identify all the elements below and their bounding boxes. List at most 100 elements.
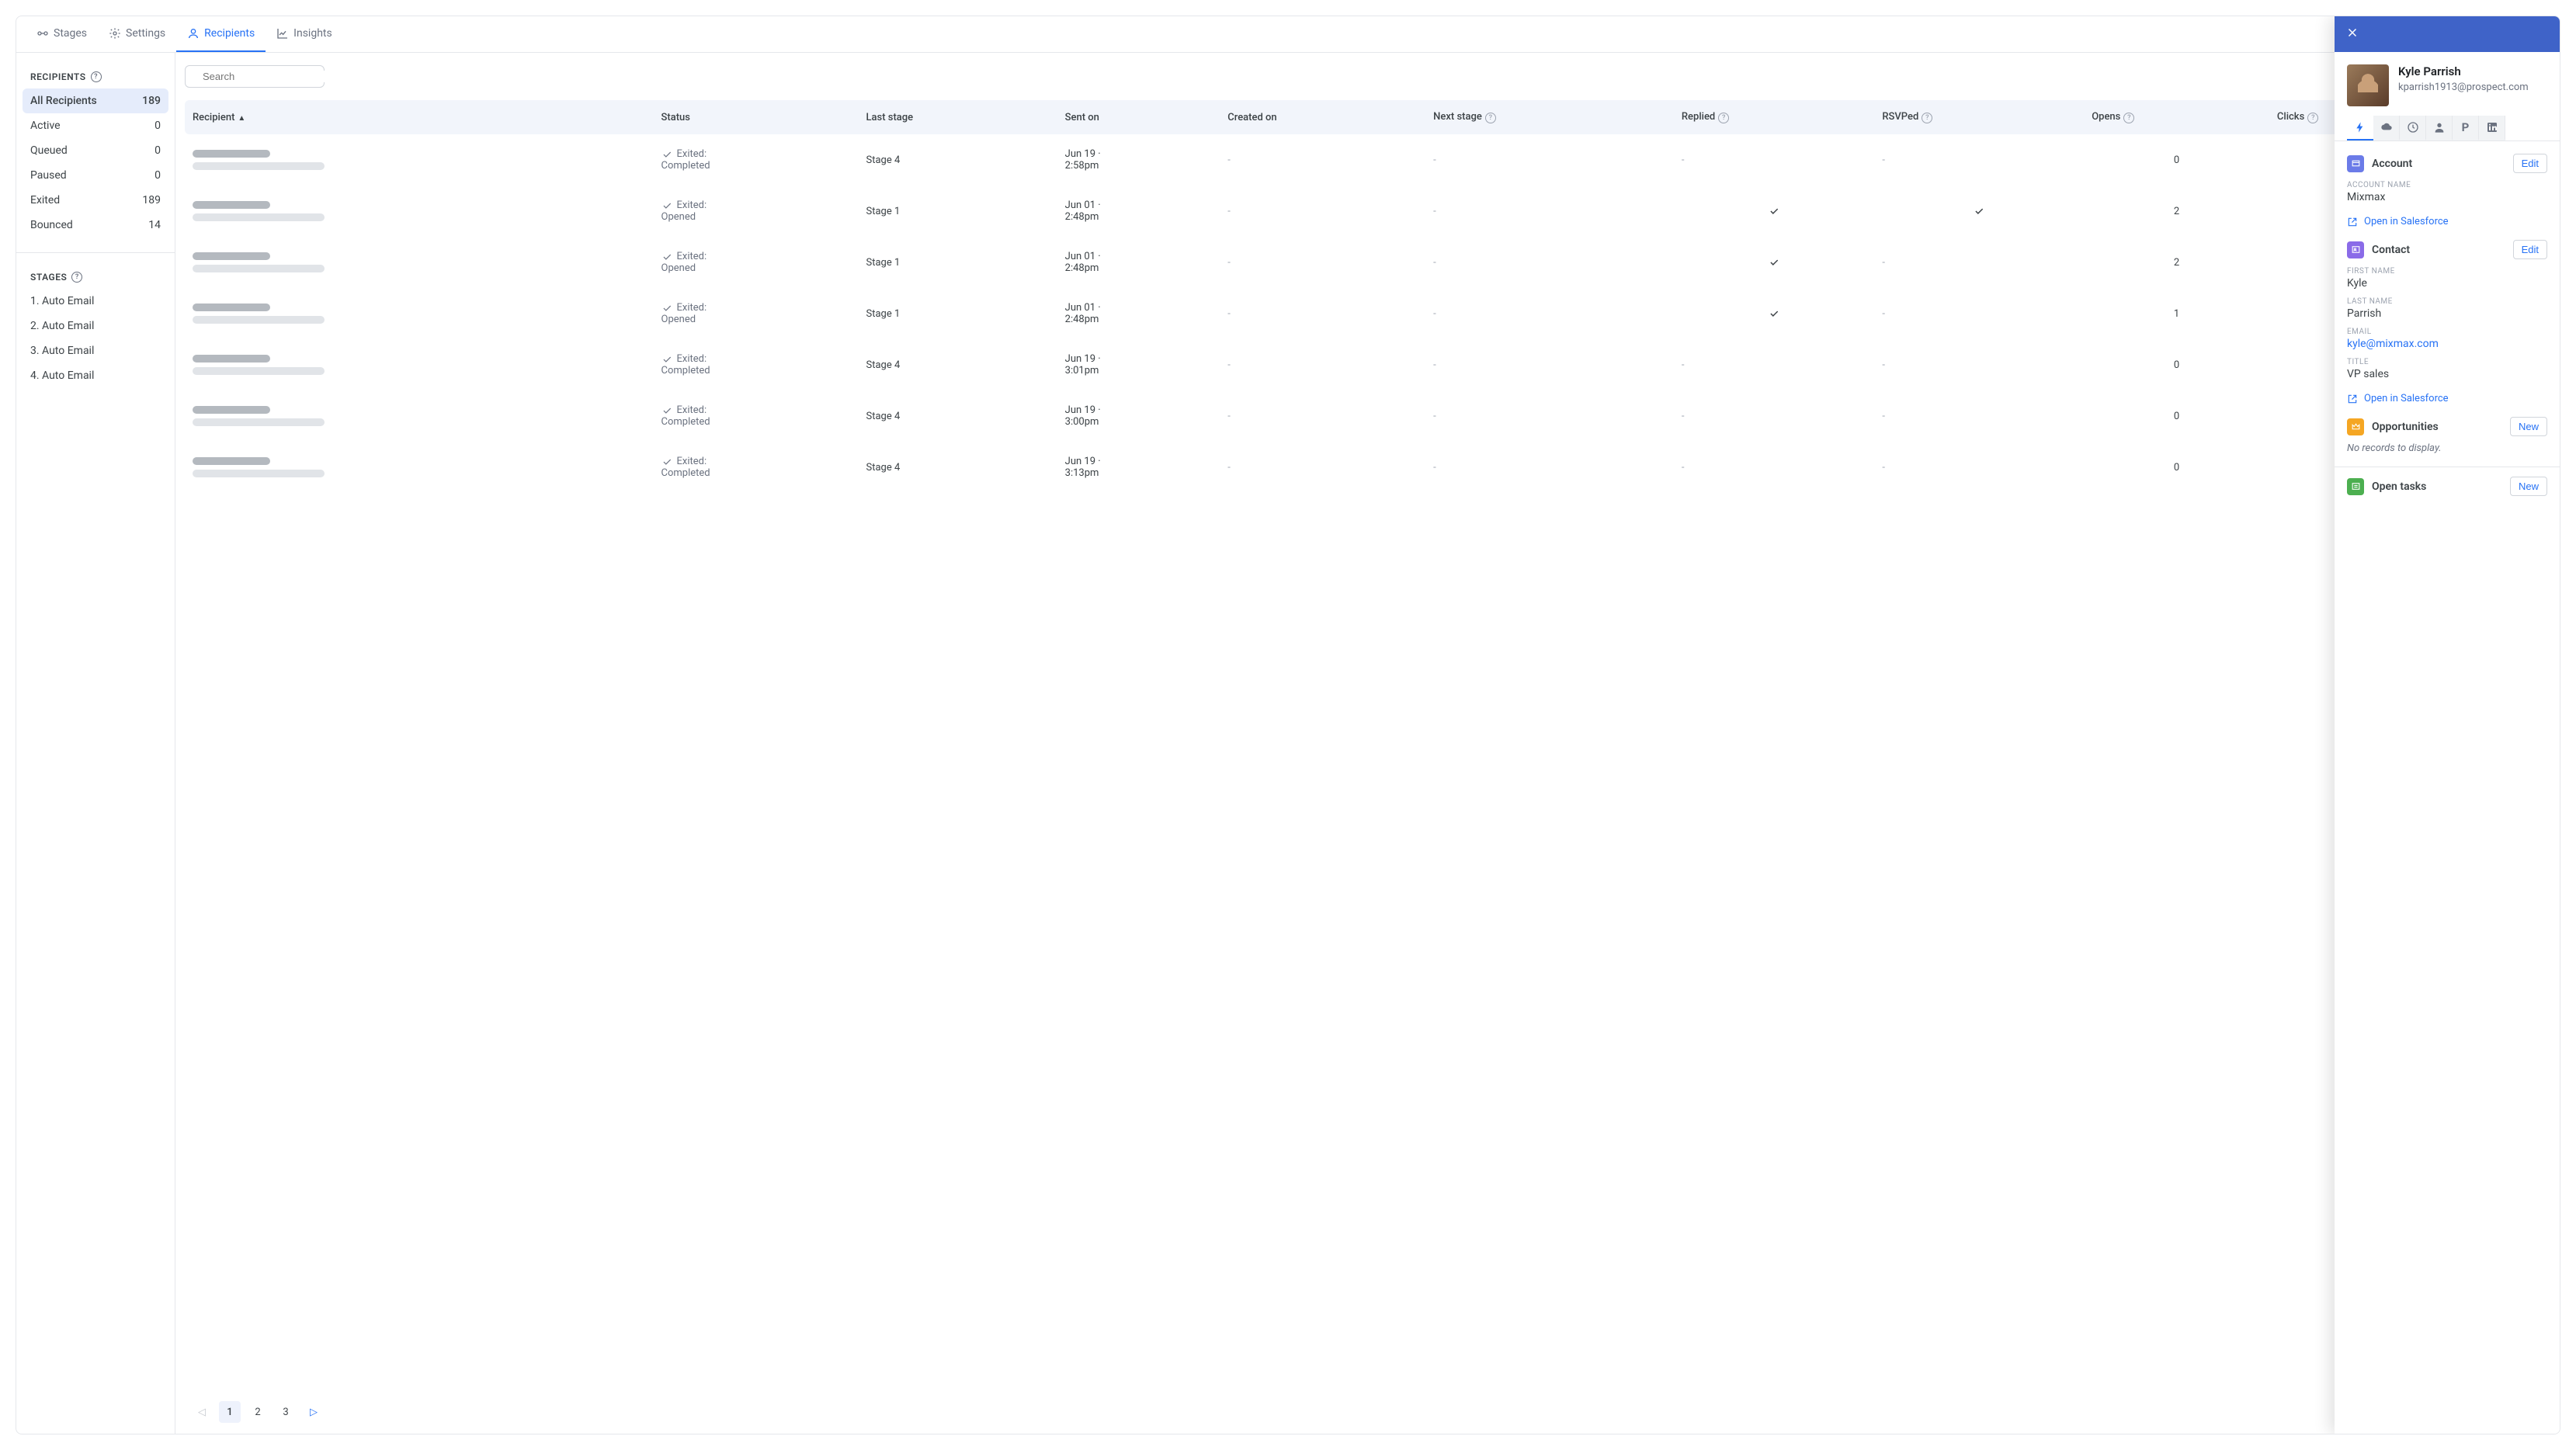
panel-tab-salesforce[interactable] [2373, 116, 2400, 140]
page-2[interactable]: 2 [247, 1401, 269, 1423]
col-recipient[interactable]: Recipient▲ [185, 100, 654, 134]
contact-section-header: Contact Edit [2347, 240, 2547, 259]
sent-on-cell: Jun 01 ·2:48pm [1057, 186, 1220, 237]
tab-label: Settings [126, 27, 165, 40]
last-name-value: Parrish [2347, 307, 2547, 320]
sidebar-stage-item[interactable]: 4. Auto Email [23, 363, 168, 388]
help-icon[interactable]: ? [1718, 113, 1729, 123]
created-on-cell: - [1220, 186, 1425, 237]
next-stage-cell: - [1425, 186, 1674, 237]
filter-count: 189 [142, 95, 161, 107]
new-opportunity-button[interactable]: New [2510, 417, 2547, 436]
no-records-text: No records to display. [2347, 442, 2547, 454]
tab-recipients[interactable]: Recipients [176, 16, 266, 52]
close-panel-button[interactable] [2345, 26, 2359, 43]
filter-label: Paused [30, 169, 67, 182]
tasks-title: Open tasks [2372, 480, 2502, 493]
created-on-cell: - [1220, 134, 1425, 186]
next-stage-cell: - [1425, 339, 1674, 390]
edit-contact-button[interactable]: Edit [2513, 240, 2547, 259]
col-sent-on[interactable]: Sent on [1057, 100, 1220, 134]
sidebar: RECIPIENTS ? All Recipients189Active0Que… [16, 53, 175, 1434]
next-stage-cell: - [1425, 442, 1674, 493]
col-status[interactable]: Status [654, 100, 859, 134]
opens-cell: 0 [2084, 134, 2269, 186]
sidebar-filter-item[interactable]: Paused 0 [23, 163, 168, 188]
rsvped-cell: - [1874, 339, 2084, 390]
replied-cell: - [1674, 390, 1874, 442]
tab-label: Stages [54, 27, 87, 40]
rsvped-cell: - [1874, 237, 2084, 288]
created-on-cell: - [1220, 442, 1425, 493]
sort-asc-icon: ▲ [238, 114, 245, 123]
table-row[interactable]: Exited:CompletedStage 4Jun 19 ·3:00pm---… [185, 390, 2550, 442]
replied-cell: - [1674, 339, 1874, 390]
sidebar-filter-item[interactable]: Queued0 [23, 138, 168, 163]
col-opens[interactable]: Opens? [2084, 100, 2269, 134]
opportunities-title: Opportunities [2372, 421, 2502, 433]
last-stage-cell: Stage 1 [859, 237, 1057, 288]
recipients-table: Recipient▲ Status Last stage Sent on Cre… [185, 100, 2550, 493]
panel-tab-p[interactable]: P [2453, 116, 2479, 140]
table-row[interactable]: Exited:CompletedStage 4Jun 19 ·3:01pm---… [185, 339, 2550, 390]
first-name-value: Kyle [2347, 277, 2547, 290]
table-row[interactable]: Exited:CompletedStage 4Jun 19 ·2:58pm---… [185, 134, 2550, 186]
filter-count: 0 [154, 169, 161, 182]
rsvped-cell [1874, 186, 2084, 237]
table-header-row: Recipient▲ Status Last stage Sent on Cre… [185, 100, 2550, 134]
table-row[interactable]: Exited:OpenedStage 1Jun 01 ·2:48pm---100 [185, 288, 2550, 339]
edit-account-button[interactable]: Edit [2513, 154, 2547, 173]
next-stage-cell: - [1425, 237, 1674, 288]
sidebar-filter-item[interactable]: All Recipients189 [23, 88, 168, 113]
tab-insights[interactable]: Insights [266, 16, 343, 52]
external-link-icon [2347, 217, 2358, 227]
new-task-button[interactable]: New [2510, 477, 2547, 496]
open-in-salesforce-contact[interactable]: Open in Salesforce [2347, 393, 2547, 404]
panel-tab-activity[interactable] [2347, 116, 2373, 140]
help-icon[interactable]: ? [2123, 113, 2134, 123]
col-rsvped[interactable]: RSVPed? [1874, 100, 2084, 134]
help-icon[interactable]: ? [2307, 113, 2318, 123]
col-replied[interactable]: Replied? [1674, 100, 1874, 134]
table-row[interactable]: Exited:CompletedStage 4Jun 19 ·3:13pm---… [185, 442, 2550, 493]
opens-cell: 0 [2084, 339, 2269, 390]
table-row[interactable]: Exited:OpenedStage 1Jun 01 ·2:48pm---200 [185, 237, 2550, 288]
sidebar-stage-item[interactable]: 1. Auto Email [23, 289, 168, 314]
opens-cell: 0 [2084, 390, 2269, 442]
sidebar-stage-item[interactable]: 2. Auto Email [23, 314, 168, 338]
tab-settings[interactable]: Settings [98, 16, 176, 52]
panel-tab-history[interactable] [2400, 116, 2426, 140]
panel-tab-linkedin[interactable] [2479, 116, 2505, 140]
created-on-cell: - [1220, 288, 1425, 339]
sidebar-filter-item[interactable]: Active0 [23, 113, 168, 138]
search-box[interactable] [185, 65, 325, 88]
email-value[interactable]: kyle@mixmax.com [2347, 338, 2547, 350]
help-icon[interactable]: ? [1485, 113, 1496, 123]
search-input[interactable] [203, 71, 339, 82]
cloud-icon [2380, 121, 2393, 134]
help-icon[interactable]: ? [1922, 113, 1932, 123]
col-created-on[interactable]: Created on [1220, 100, 1425, 134]
table-row[interactable]: Exited:OpenedStage 1Jun 01 ·2:48pm--200 [185, 186, 2550, 237]
sent-on-cell: Jun 19 ·3:13pm [1057, 442, 1220, 493]
tasks-section-header: Open tasks New [2347, 477, 2547, 496]
sidebar-filter-item[interactable]: Bounced14 [23, 213, 168, 238]
col-next-stage[interactable]: Next stage? [1425, 100, 1674, 134]
bolt-icon [2354, 121, 2366, 134]
page-1[interactable]: 1 [219, 1401, 241, 1423]
rsvped-cell: - [1874, 134, 2084, 186]
sidebar-filter-item[interactable]: Exited189 [23, 188, 168, 213]
col-last-stage[interactable]: Last stage [859, 100, 1057, 134]
page-next[interactable]: ▷ [303, 1401, 325, 1423]
first-name-label: FIRST NAME [2347, 267, 2547, 276]
tab-stages[interactable]: Stages [26, 16, 98, 52]
sidebar-stage-item[interactable]: 3. Auto Email [23, 338, 168, 363]
filter-label: Exited [30, 194, 60, 206]
help-icon[interactable]: ? [71, 272, 82, 283]
panel-tab-person[interactable] [2426, 116, 2453, 140]
page-3[interactable]: 3 [275, 1401, 297, 1423]
filter-label: Active [30, 120, 61, 132]
open-in-salesforce-account[interactable]: Open in Salesforce [2347, 216, 2547, 227]
help-icon[interactable]: ? [91, 71, 102, 82]
replied-cell: - [1674, 134, 1874, 186]
